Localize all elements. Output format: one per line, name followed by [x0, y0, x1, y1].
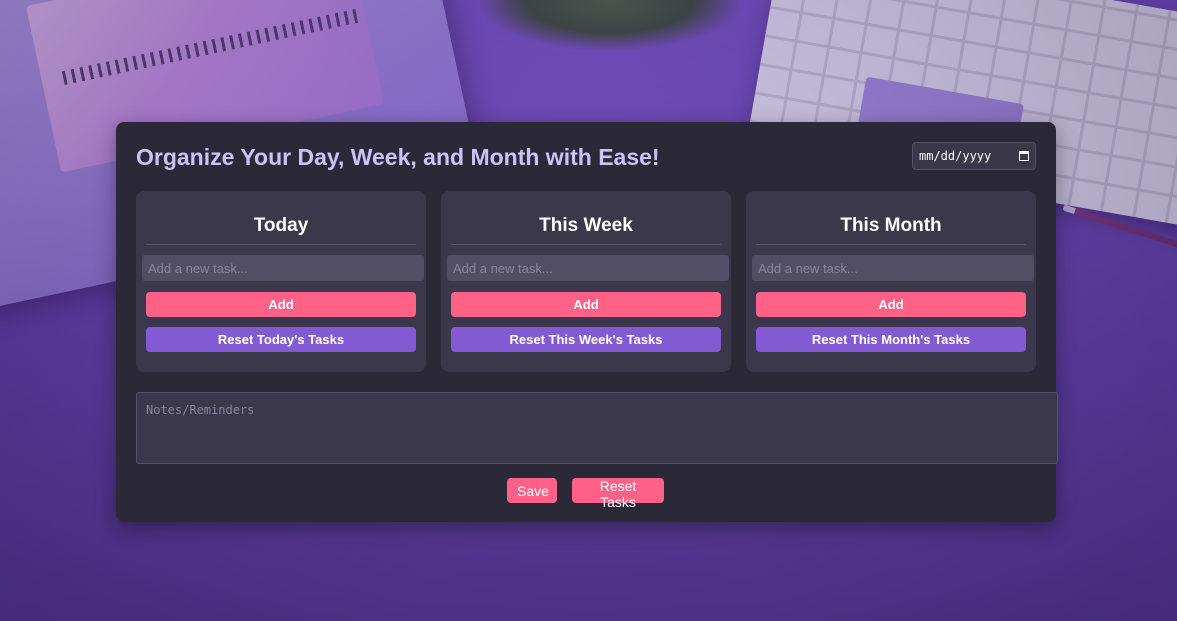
reset-button-month[interactable]: Reset This Month's Tasks — [756, 327, 1026, 352]
add-button-week[interactable]: Add — [451, 292, 721, 317]
column-title: Today — [253, 215, 309, 236]
divider — [756, 244, 1026, 245]
calendar-icon[interactable] — [1019, 151, 1029, 161]
date-picker[interactable]: mm/dd/yyyy — [912, 142, 1036, 170]
column-title: This Month — [840, 215, 942, 236]
notes-textarea[interactable] — [136, 392, 1058, 464]
column-this-month: This Month Add Reset This Month's Tasks — [746, 191, 1036, 372]
divider — [451, 244, 721, 245]
reset-button-week[interactable]: Reset This Week's Tasks — [451, 327, 721, 352]
planner-panel: Organize Your Day, Week, and Month with … — [116, 122, 1058, 522]
page-title: Organize Your Day, Week, and Month with … — [136, 144, 660, 170]
save-button[interactable]: Save — [507, 478, 557, 503]
reset-tasks-button[interactable]: Reset Tasks — [572, 478, 664, 510]
task-input-month[interactable] — [752, 255, 1034, 281]
column-title: This Week — [539, 215, 633, 236]
column-today: Today Add Reset Today's Tasks — [136, 191, 426, 372]
add-button-today[interactable]: Add — [146, 292, 416, 317]
reset-button-today[interactable]: Reset Today's Tasks — [146, 327, 416, 352]
add-button-month[interactable]: Add — [756, 292, 1026, 317]
divider — [146, 244, 416, 245]
task-input-week[interactable] — [447, 255, 729, 281]
date-picker-value: mm/dd/yyyy — [919, 149, 992, 163]
task-input-today[interactable] — [142, 255, 424, 281]
column-this-week: This Week Add Reset This Week's Tasks — [441, 191, 731, 372]
